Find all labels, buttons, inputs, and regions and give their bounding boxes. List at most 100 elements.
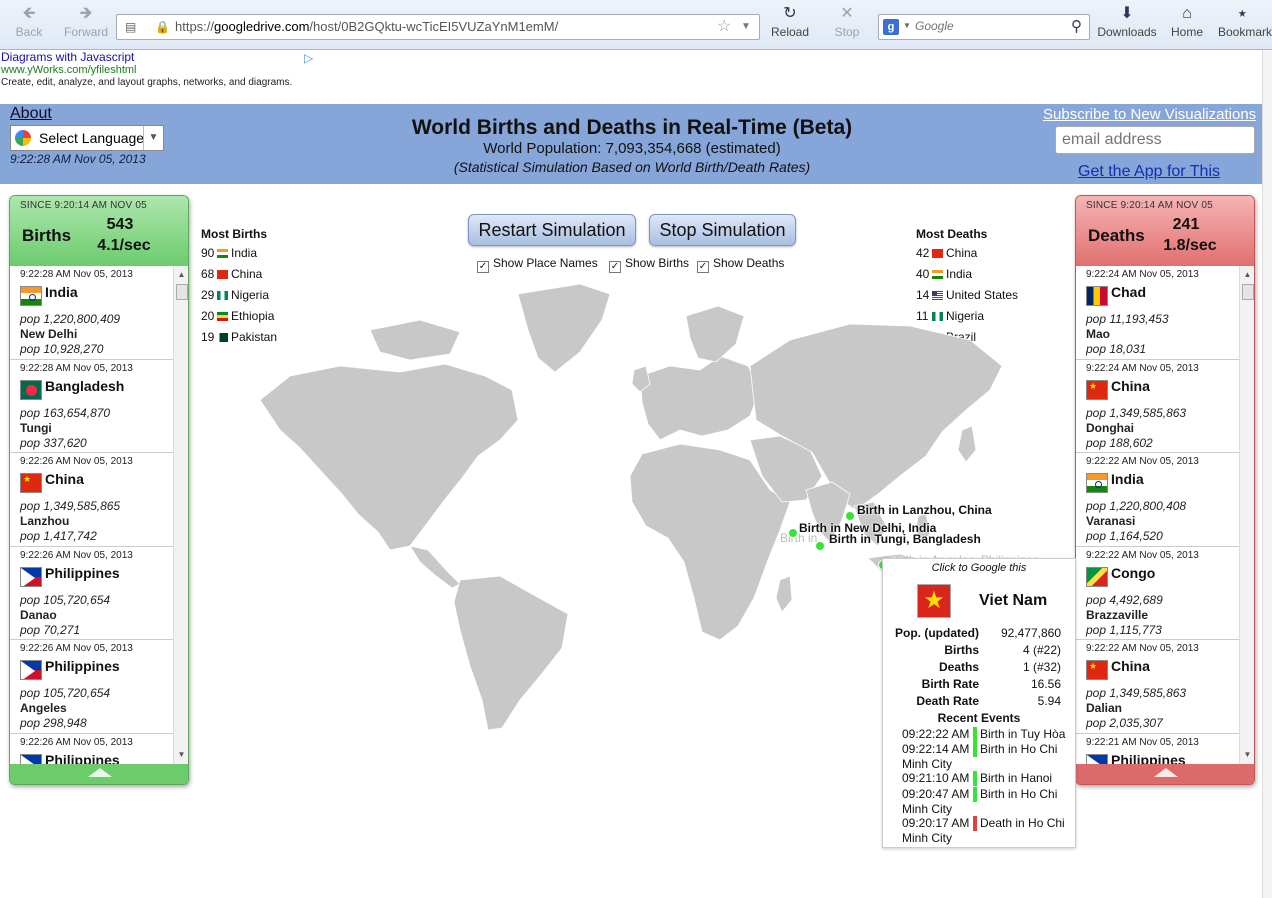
- ad-banner: Diagrams with Javascript www.yWorks.com/…: [0, 50, 330, 96]
- reload-button[interactable]: ↻ Reload: [770, 6, 810, 40]
- flag-india-icon: [217, 249, 228, 259]
- list-item[interactable]: 9:22:22 AM Nov 05, 2013 India pop 1,220,…: [1076, 453, 1239, 547]
- google-engine-icon[interactable]: g: [883, 19, 899, 35]
- flag-philippines-icon: [20, 660, 42, 680]
- list-item[interactable]: 9:22:26 AM Nov 05, 2013 Philippines pop …: [10, 640, 173, 734]
- adchoices-icon[interactable]: ▷: [304, 51, 313, 65]
- deaths-expand-button[interactable]: [1076, 764, 1254, 784]
- list-item[interactable]: 9:22:22 AM Nov 05, 2013 Congo pop 4,492,…: [1076, 547, 1239, 640]
- deaths-stat-label: Deaths: [938, 660, 979, 674]
- entry-country: China: [1111, 658, 1150, 674]
- central-america-shape: [409, 545, 461, 589]
- get-app-link[interactable]: Get the App for This: [1078, 163, 1220, 181]
- engine-dropdown-icon[interactable]: ▼: [903, 21, 911, 30]
- stop-button[interactable]: ✕ Stop: [831, 6, 863, 40]
- births-feed[interactable]: 9:22:28 AM Nov 05, 2013 India pop 1,220,…: [10, 266, 173, 764]
- entry-country-pop: pop 1,349,585,863: [1086, 686, 1187, 700]
- search-icon[interactable]: ⚲: [1071, 17, 1082, 35]
- forward-button[interactable]: 🡺 Forward: [62, 6, 110, 40]
- home-label: Home: [1170, 25, 1203, 39]
- expand-up-icon: [1154, 768, 1178, 777]
- bookmark-star-icon[interactable]: ☆: [717, 15, 731, 39]
- restart-simulation-button[interactable]: Restart Simulation: [468, 214, 636, 246]
- show-births-checkbox[interactable]: ✓ Show Births: [609, 256, 689, 273]
- list-item[interactable]: 9:22:24 AM Nov 05, 2013 China pop 1,349,…: [1076, 360, 1239, 453]
- about-link[interactable]: About: [10, 105, 52, 123]
- entry-country: Philippines: [1111, 751, 1186, 765]
- flag-vietnam-icon: ★: [917, 584, 951, 618]
- ad-url[interactable]: www.yWorks.com/yfileshtml: [1, 64, 136, 76]
- rank-count: 29: [201, 288, 215, 302]
- ad-description: Create, edit, analyze, and layout graphs…: [1, 77, 293, 88]
- entry-country-pop: pop 105,720,654: [20, 592, 111, 607]
- list-item[interactable]: 9:22:28 AM Nov 05, 2013 India pop 1,220,…: [10, 266, 173, 360]
- event-time: 09:20:17 AM Minh City: [902, 816, 970, 845]
- flag-india-icon: [1086, 473, 1108, 493]
- list-item[interactable]: 9:22:26 AM Nov 05, 2013 Philippines: [10, 734, 173, 764]
- entry-country: China: [45, 471, 84, 487]
- scroll-down-icon[interactable]: ▼: [1240, 748, 1254, 762]
- entry-city: Donghai: [1086, 420, 1134, 435]
- entry-country: Philippines: [45, 564, 120, 581]
- url-bar[interactable]: ▤ 🔒 https://googledrive.com/host/0B2GQkt…: [116, 14, 760, 40]
- show-place-names-checkbox[interactable]: ✓ Show Place Names: [477, 256, 598, 273]
- ad-title-link[interactable]: Diagrams with Javascript: [1, 50, 134, 64]
- scroll-up-icon[interactable]: ▲: [174, 268, 188, 282]
- email-field[interactable]: [1055, 126, 1255, 154]
- search-bar[interactable]: g ▼ ⚲: [878, 14, 1090, 40]
- rank-count: 42: [916, 246, 930, 260]
- subscribe-link[interactable]: Subscribe to New Visualizations: [1043, 106, 1256, 123]
- birth-marker[interactable]: [845, 511, 855, 521]
- back-button[interactable]: 🡸 Back: [14, 6, 44, 40]
- list-item[interactable]: 9:22:26 AM Nov 05, 2013 China pop 1,349,…: [10, 453, 173, 547]
- url-text: https://googledrive.com/host/0B2GQktu-wc…: [175, 19, 559, 34]
- scroll-thumb[interactable]: [176, 284, 188, 300]
- entry-city: Angeles: [20, 701, 67, 715]
- home-icon: ⌂: [1182, 5, 1192, 22]
- south-america-shape: [453, 575, 569, 731]
- list-item[interactable]: 9:22:28 AM Nov 05, 2013 Bangladesh pop 1…: [10, 360, 173, 453]
- show-deaths-checkbox[interactable]: ✓ Show Deaths: [697, 256, 784, 273]
- birth-marker[interactable]: [788, 528, 798, 538]
- deaths-feed[interactable]: 9:22:24 AM Nov 05, 2013 Chad pop 11,193,…: [1076, 266, 1239, 764]
- list-item[interactable]: 9:22:26 AM Nov 05, 2013 Philippines pop …: [10, 547, 173, 640]
- list-item[interactable]: 9:22:24 AM Nov 05, 2013 Chad pop 11,193,…: [1076, 266, 1239, 360]
- birth-bar: [973, 771, 977, 786]
- country-popup[interactable]: Click to Google this ★ Viet Nam Pop. (up…: [882, 558, 1076, 848]
- deaths-scrollbar[interactable]: ▲ ▼: [1239, 266, 1254, 764]
- list-item[interactable]: 9:22:22 AM Nov 05, 2013 China pop 1,349,…: [1076, 640, 1239, 734]
- language-select[interactable]: Select Language ▼: [10, 125, 164, 151]
- popup-hint[interactable]: Click to Google this: [883, 562, 1075, 574]
- birth-marker[interactable]: [815, 541, 825, 551]
- bookmarks-button[interactable]: ⭑ Bookmark: [1218, 6, 1272, 40]
- births-stat-label: Births: [944, 643, 979, 657]
- url-dropdown-icon[interactable]: ▼: [741, 15, 751, 39]
- stop-simulation-button[interactable]: Stop Simulation: [649, 214, 796, 246]
- downloads-button[interactable]: ⬇ Downloads: [1096, 6, 1158, 40]
- europe-shape: [639, 355, 761, 441]
- entry-time: 9:22:26 AM Nov 05, 2013: [20, 456, 133, 467]
- bookmarks-label: Bookmark: [1218, 25, 1272, 39]
- scroll-thumb[interactable]: [1242, 284, 1254, 300]
- births-scrollbar[interactable]: ▲ ▼: [173, 266, 188, 764]
- entry-country: Congo: [1111, 564, 1156, 581]
- event-desc: Birth in Tuy Hòa: [980, 727, 1066, 741]
- rank-country: China: [946, 246, 978, 260]
- list-item[interactable]: 9:22:21 AM Nov 05, 2013 Philippines: [1076, 734, 1239, 765]
- entry-country: Chad: [1111, 284, 1146, 300]
- search-input[interactable]: [915, 19, 1065, 33]
- entry-country-pop: pop 1,220,800,408: [1086, 499, 1187, 513]
- entry-time: 9:22:22 AM Nov 05, 2013: [1086, 456, 1199, 467]
- births-label: Births: [22, 226, 72, 245]
- births-expand-button[interactable]: [10, 764, 188, 784]
- entry-city-pop: pop 1,115,773: [1086, 622, 1162, 637]
- entry-city: Lanzhou: [20, 514, 70, 528]
- entry-city-pop: pop 188,602: [1086, 435, 1153, 450]
- entry-city: Dalian: [1086, 701, 1123, 715]
- language-label: Select Language: [39, 130, 145, 146]
- scroll-down-icon[interactable]: ▼: [174, 748, 188, 762]
- scroll-up-icon[interactable]: ▲: [1240, 268, 1254, 282]
- page-scrollbar[interactable]: [1262, 50, 1272, 898]
- birth-bar: [973, 787, 977, 802]
- home-button[interactable]: ⌂ Home: [1168, 5, 1206, 40]
